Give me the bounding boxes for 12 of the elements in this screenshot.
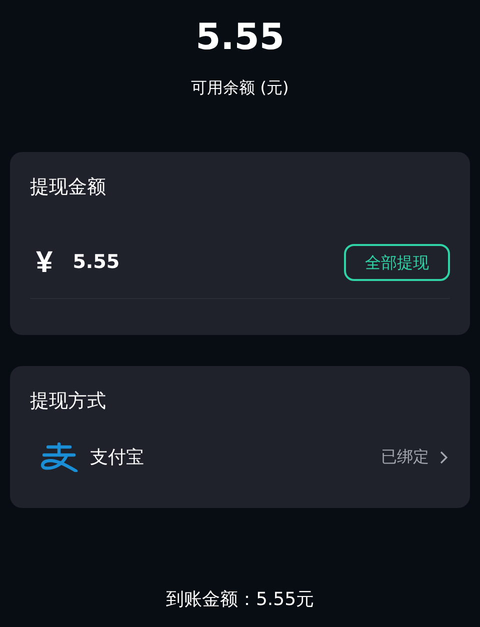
balance-amount: 5.55: [196, 16, 284, 60]
amount-value: 5.55: [72, 250, 120, 276]
payment-logo-icon: [40, 442, 78, 472]
card-title: 提现方式: [30, 389, 106, 414]
method-name: 支付宝: [90, 446, 144, 470]
received-amount-text: 到账金额：5.55元: [166, 588, 314, 612]
withdraw-all-button[interactable]: 全部提现: [344, 244, 450, 281]
balance-label: 可用余额 (元): [191, 78, 289, 98]
bound-status: 已绑定: [381, 446, 429, 468]
card-title: 提现金额: [30, 175, 106, 200]
chevron-right-icon[interactable]: [440, 450, 448, 464]
currency-symbol: ¥: [36, 246, 53, 280]
